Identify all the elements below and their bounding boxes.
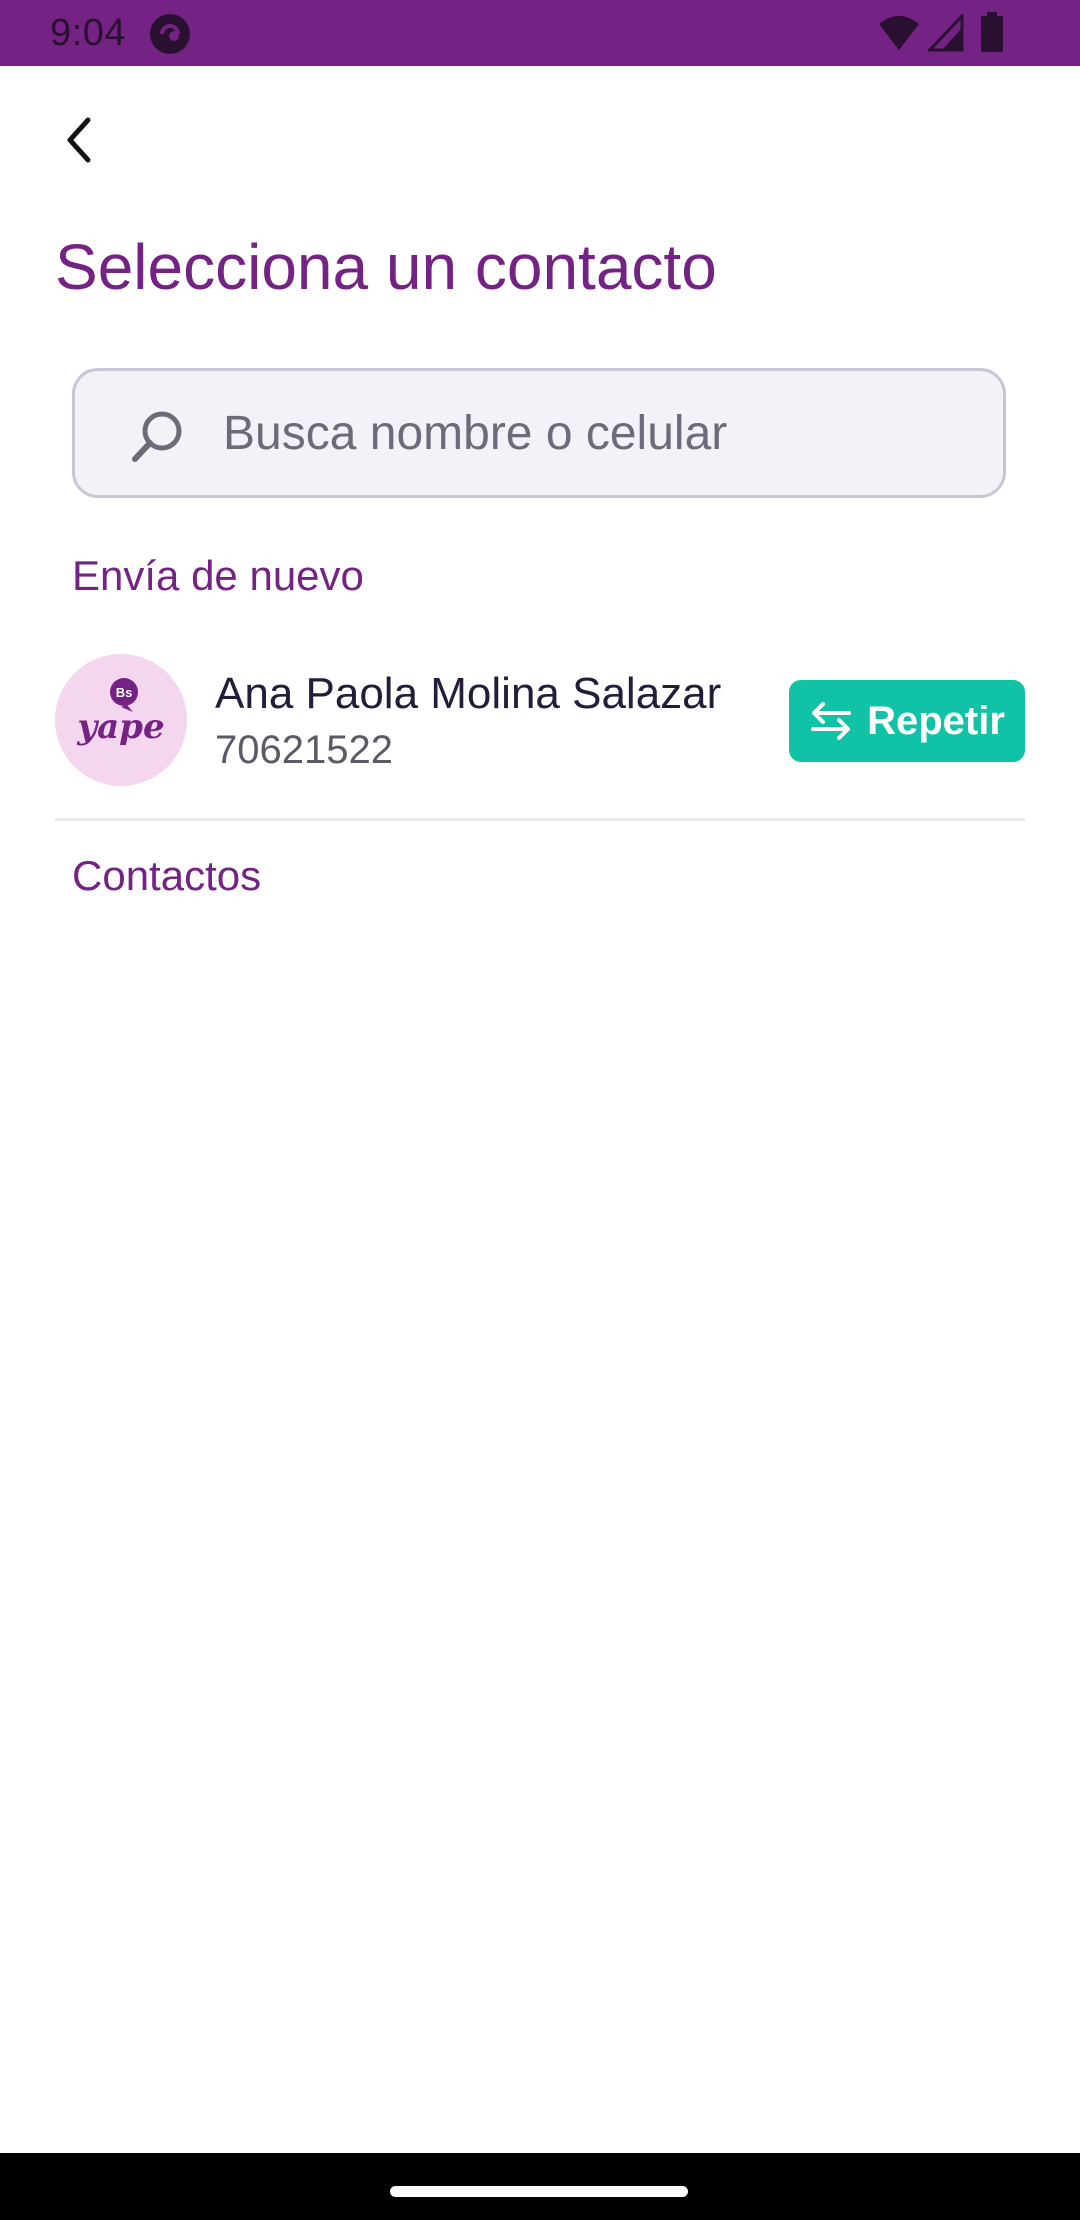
wifi-icon [879,16,919,50]
status-time: 9:04 [50,12,126,54]
divider [55,818,1025,821]
chevron-left-icon [67,117,91,163]
section-title-recent: Envía de nuevo [72,552,364,599]
select-contact-screen: 9:04 Selecciona un contacto Busca nombre… [0,0,1080,2220]
home-indicator[interactable] [390,2186,688,2197]
contact-phone: 70621522 [215,728,393,772]
swap-arrows-icon [811,702,852,740]
repeat-button-label: Repetir [867,698,1005,743]
yape-logo-icon: Bs yape [55,654,187,786]
battery-icon [981,12,1003,52]
navigation-bar [0,2153,1080,2220]
recent-contact-row[interactable]: Bs yape Ana Paola Molina Salazar 7062152… [55,652,1025,788]
app-notification-icon [150,14,190,54]
repeat-button[interactable]: Repetir [789,680,1025,762]
back-button[interactable] [44,104,116,176]
search-icon [132,411,182,462]
search-box[interactable] [72,368,1006,498]
svg-text:Bs: Bs [116,685,133,700]
section-title-contacts: Contactos [72,852,262,899]
contact-name: Ana Paola Molina Salazar [215,669,722,718]
svg-text:yape: yape [76,707,164,747]
search-input[interactable] [223,371,983,495]
signal-icon [928,14,964,52]
status-bar: 9:04 [0,0,1080,66]
page-title: Selecciona un contacto [55,231,717,303]
avatar: Bs yape [55,654,187,786]
